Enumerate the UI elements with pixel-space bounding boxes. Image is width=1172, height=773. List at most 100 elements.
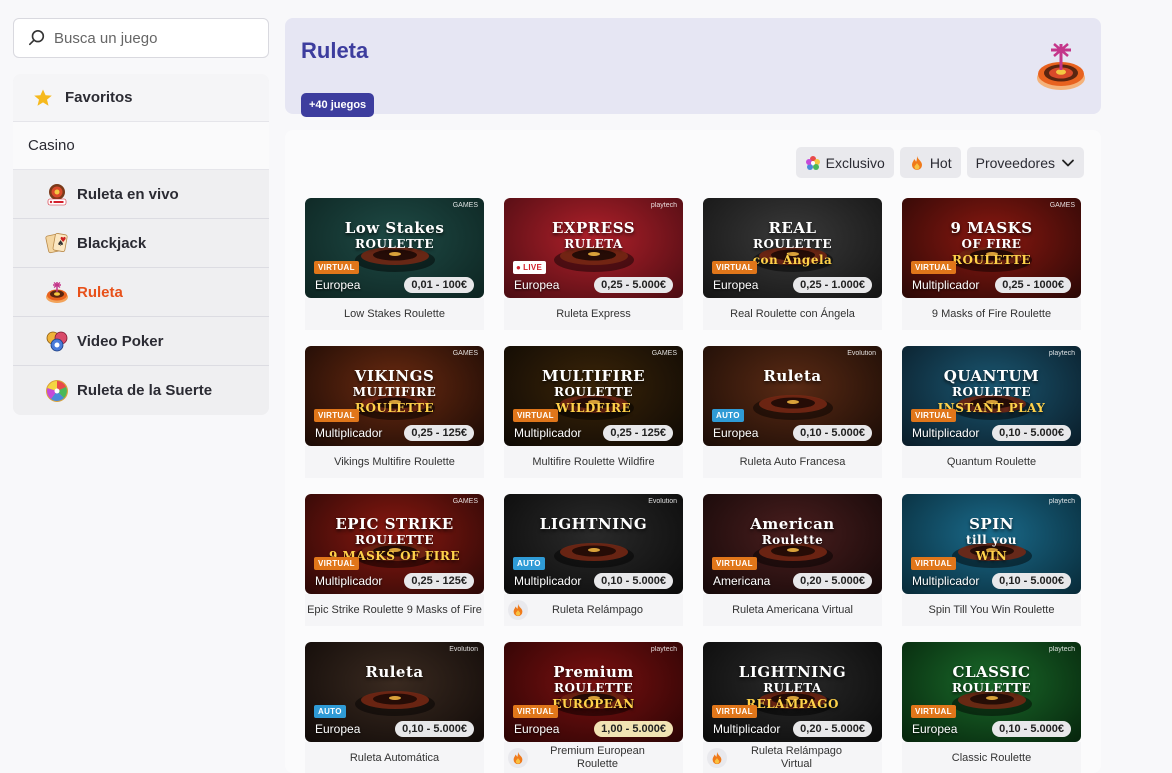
game-thumbnail[interactable]: Ruleta Evolution AUTO Europea 0,10 - 5.0… <box>305 642 484 742</box>
game-title-text: 9 Masks of Fire Roulette <box>931 307 1052 320</box>
game-art-title: Ruleta <box>703 368 882 384</box>
game-title[interactable]: Epic Strike Roulette 9 Masks of Fire <box>305 594 484 626</box>
game-type-tag: AUTO <box>314 705 346 718</box>
game-card[interactable]: LIGHTNING Evolution AUTO Multiplicador 0… <box>504 494 683 626</box>
game-thumbnail[interactable]: QUANTUM ROULETTE INSTANT PLAY playtech V… <box>902 346 1081 446</box>
game-thumbnail[interactable]: LIGHTNING Evolution AUTO Multiplicador 0… <box>504 494 683 594</box>
game-title-text: Real Roulette con Ángela <box>730 307 855 320</box>
game-card[interactable]: VIKINGS MULTIFIRE ROULETTE GAMES VIRTUAL… <box>305 346 484 478</box>
game-title[interactable]: Vikings Multifire Roulette <box>305 446 484 478</box>
game-thumbnail[interactable]: REAL ROULETTE con Ángela VIRTUAL Europea… <box>703 198 882 298</box>
fire-icon <box>707 748 727 768</box>
game-title-text: Ruleta Auto Francesa <box>739 455 846 468</box>
game-title[interactable]: Ruleta Express <box>504 298 683 330</box>
game-card[interactable]: CLASSIC ROULETTE playtech VIRTUAL Europe… <box>902 642 1081 773</box>
game-title[interactable]: Ruleta Relámpago Virtual <box>703 742 882 773</box>
game-title[interactable]: Multifire Roulette Wildfire <box>504 446 683 478</box>
roulette-icon <box>1037 43 1085 90</box>
game-card[interactable]: QUANTUM ROULETTE INSTANT PLAY playtech V… <box>902 346 1081 478</box>
game-card[interactable]: 9 MASKS OF FIRE ROULETTE GAMES VIRTUAL M… <box>902 198 1081 330</box>
game-thumbnail[interactable]: American Roulette VIRTUAL Americana 0,20… <box>703 494 882 594</box>
game-type-tag: VIRTUAL <box>314 261 359 274</box>
game-art-title: LIGHTNING <box>504 516 683 532</box>
game-variant: Europea <box>514 278 560 292</box>
sidebar-item-roulette[interactable]: Ruleta <box>13 268 269 317</box>
game-thumbnail[interactable]: CLASSIC ROULETTE playtech VIRTUAL Europe… <box>902 642 1081 742</box>
game-title[interactable]: Classic Roulette <box>902 742 1081 773</box>
game-title-text: Ruleta Relámpago <box>551 603 644 616</box>
game-card[interactable]: American Roulette VIRTUAL Americana 0,20… <box>703 494 882 626</box>
search-box[interactable] <box>13 18 269 58</box>
provider-logo: GAMES <box>452 498 478 505</box>
game-card[interactable]: Premium ROULETTE EUROPEAN playtech VIRTU… <box>504 642 683 773</box>
filter-hot-button[interactable]: Hot <box>899 147 961 178</box>
game-card[interactable]: REAL ROULETTE con Ángela VIRTUAL Europea… <box>703 198 882 330</box>
game-title[interactable]: Real Roulette con Ángela <box>703 298 882 330</box>
game-thumbnail[interactable]: VIKINGS MULTIFIRE ROULETTE GAMES VIRTUAL… <box>305 346 484 446</box>
filter-exclusive-button[interactable]: Exclusivo <box>795 147 894 178</box>
game-art-line: Ruleta <box>763 367 822 385</box>
stake-range-badge: 0,10 - 5.000€ <box>992 721 1071 737</box>
game-thumbnail[interactable]: MULTIFIRE ROULETTE WILDFIRE GAMES VIRTUA… <box>504 346 683 446</box>
provider-logo: playtech <box>1048 350 1075 357</box>
game-card[interactable]: LIGHTNING RULETA RELÁMPAGO VIRTUAL Multi… <box>703 642 882 773</box>
game-card[interactable]: Low Stakes ROULETTE GAMES VIRTUAL Europe… <box>305 198 484 330</box>
game-art-line: ROULETTE <box>354 237 435 251</box>
game-title[interactable]: Ruleta Auto Francesa <box>703 446 882 478</box>
provider-logo: playtech <box>650 646 677 653</box>
game-title[interactable]: Spin Till You Win Roulette <box>902 594 1081 626</box>
game-thumbnail[interactable]: 9 MASKS OF FIRE ROULETTE GAMES VIRTUAL M… <box>902 198 1081 298</box>
live-roulette-icon <box>45 182 69 206</box>
game-thumbnail[interactable]: Premium ROULETTE EUROPEAN playtech VIRTU… <box>504 642 683 742</box>
sidebar-item-live-roulette[interactable]: Ruleta en vivo <box>13 170 269 219</box>
sidebar-item-video-poker[interactable]: Video Poker <box>13 317 269 366</box>
game-thumbnail[interactable]: EXPRESS RULETA playtech LIVE Europea 0,2… <box>504 198 683 298</box>
provider-logo: playtech <box>1048 498 1075 505</box>
sidebar-item-wheel-of-fortune[interactable]: Ruleta de la Suerte <box>13 366 269 415</box>
game-art-title: Ruleta <box>305 664 484 680</box>
game-title[interactable]: Ruleta Relámpago <box>504 594 683 626</box>
game-art-line: LIGHTNING <box>738 663 847 681</box>
game-title-text: Ruleta Americana Virtual <box>732 603 853 616</box>
game-art-line: QUANTUM <box>943 367 1040 385</box>
game-title-text: Vikings Multifire Roulette <box>334 455 455 468</box>
game-title[interactable]: Ruleta Americana Virtual <box>703 594 882 626</box>
filter-label: Proveedores <box>975 154 1055 171</box>
stake-range-badge: 0,10 - 5.000€ <box>395 721 474 737</box>
filter-bar: Exclusivo Hot Proveedores <box>795 147 1084 178</box>
providers-dropdown[interactable]: Proveedores <box>966 147 1084 178</box>
game-card[interactable]: Ruleta Evolution AUTO Europea 0,10 - 5.0… <box>703 346 882 478</box>
game-title[interactable]: Low Stakes Roulette <box>305 298 484 330</box>
sidebar-section-casino[interactable]: Casino <box>13 122 269 170</box>
game-title[interactable]: Premium European Roulette <box>504 742 683 773</box>
game-thumbnail[interactable]: SPIN till you WIN playtech VIRTUAL Multi… <box>902 494 1081 594</box>
sidebar-item-favorites[interactable]: Favoritos <box>13 74 269 122</box>
game-thumbnail[interactable]: Ruleta Evolution AUTO Europea 0,10 - 5.0… <box>703 346 882 446</box>
search-input[interactable] <box>54 29 254 47</box>
game-title[interactable]: Ruleta Automática <box>305 742 484 773</box>
game-card[interactable]: MULTIFIRE ROULETTE WILDFIRE GAMES VIRTUA… <box>504 346 683 478</box>
game-art-title: American Roulette <box>703 516 882 548</box>
stake-range-badge: 0,25 - 125€ <box>603 425 673 441</box>
game-type-tag: VIRTUAL <box>513 705 558 718</box>
game-thumbnail[interactable]: Low Stakes ROULETTE GAMES VIRTUAL Europe… <box>305 198 484 298</box>
game-thumbnail[interactable]: EPIC STRIKE ROULETTE 9 MASKS OF FIRE GAM… <box>305 494 484 594</box>
game-art-line: ROULETTE <box>752 237 833 251</box>
game-type-tag: VIRTUAL <box>911 261 956 274</box>
game-card[interactable]: Ruleta Evolution AUTO Europea 0,10 - 5.0… <box>305 642 484 773</box>
sidebar-item-blackjack[interactable]: ♠ ♥ Blackjack <box>13 219 269 268</box>
game-art-line: MULTIFIRE <box>541 367 646 385</box>
game-title-text: Classic Roulette <box>951 751 1032 764</box>
game-card[interactable]: EPIC STRIKE ROULETTE 9 MASKS OF FIRE GAM… <box>305 494 484 626</box>
game-card[interactable]: EXPRESS RULETA playtech LIVE Europea 0,2… <box>504 198 683 330</box>
game-thumbnail[interactable]: LIGHTNING RULETA RELÁMPAGO VIRTUAL Multi… <box>703 642 882 742</box>
provider-logo: GAMES <box>651 350 677 357</box>
game-type-tag: VIRTUAL <box>712 557 757 570</box>
wheel-of-fortune-icon <box>45 379 69 403</box>
provider-logo: GAMES <box>452 202 478 209</box>
game-card[interactable]: SPIN till you WIN playtech VIRTUAL Multi… <box>902 494 1081 626</box>
game-title[interactable]: 9 Masks of Fire Roulette <box>902 298 1081 330</box>
game-title[interactable]: Quantum Roulette <box>902 446 1081 478</box>
game-title-text: Quantum Roulette <box>946 455 1037 468</box>
game-art-line: Low Stakes <box>344 219 445 237</box>
